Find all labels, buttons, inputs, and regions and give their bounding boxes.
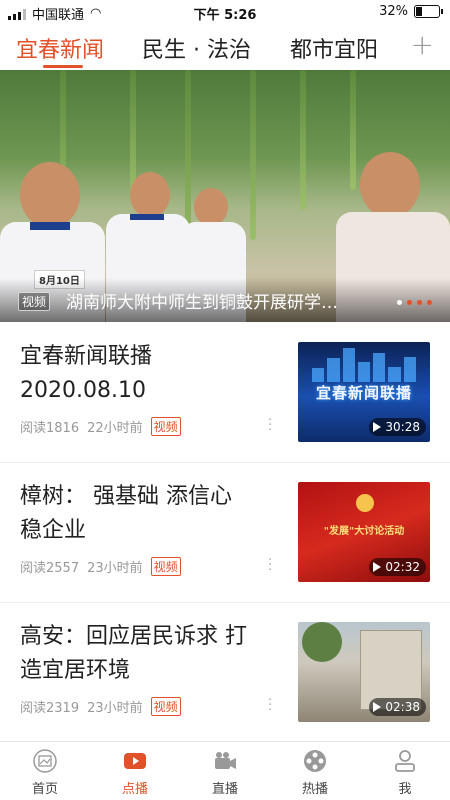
tab-live[interactable]: 直播 (195, 748, 255, 797)
user-icon (392, 748, 418, 774)
duration-badge: 02:32 (369, 558, 426, 576)
hero-title[interactable]: 湖南师大附中师生到铜鼓开展研学… (66, 288, 386, 313)
more-icon[interactable]: · · · (268, 694, 272, 717)
video-tag: 视频 (18, 292, 51, 311)
active-tab-indicator (43, 65, 83, 68)
video-thumbnail[interactable]: 宜春新闻联播 30:28 (298, 342, 430, 442)
read-count: 阅读1816 (20, 421, 80, 436)
publish-time: 22小时前 (87, 421, 143, 436)
duration-text: 30:28 (385, 420, 420, 434)
play-icon (373, 422, 382, 432)
home-icon (32, 748, 58, 774)
video-thumbnail[interactable]: "发展"大讨论活动 02:32 (298, 482, 430, 582)
item-title[interactable]: 樟树： 强基础 添信心 稳企业 (20, 480, 275, 548)
play-icon (373, 702, 382, 712)
tab-me[interactable]: 我 (375, 748, 435, 797)
battery-percent: 32% (379, 4, 408, 19)
carousel-dot (417, 300, 422, 305)
video-thumbnail[interactable]: 02:38 (298, 622, 430, 722)
list-item[interactable]: 高安：回应居民诉求 打 造宜居环境 阅读2319 23小时前 视频 · · · 02… (0, 602, 450, 743)
add-channel-icon[interactable]: + (411, 28, 434, 61)
status-bar: 中国联通 ◠ 下午 5:26 32% (0, 0, 450, 24)
duration-badge: 02:38 (369, 698, 426, 716)
more-icon[interactable]: · · · (268, 554, 272, 577)
read-count: 阅读2319 (20, 701, 80, 716)
tab-label: 点播 (121, 782, 148, 797)
thumbnail-text: 宜春新闻联播 (315, 384, 412, 402)
tab-label: 我 (398, 782, 412, 797)
video-tag: 视频 (150, 417, 181, 436)
thumbnail-text: "发展"大讨论活动 (323, 526, 405, 537)
duration-badge: 30:28 (369, 418, 426, 436)
tab-dushi-yiyang[interactable]: 都市宜阳 (290, 32, 378, 64)
more-icon[interactable]: · · · (268, 414, 272, 437)
read-count: 阅读2557 (20, 561, 80, 576)
tree-image (302, 622, 342, 662)
carousel-dot (427, 300, 432, 305)
tab-label: 热播 (301, 782, 328, 797)
tab-label: 首页 (31, 782, 58, 797)
duration-text: 02:38 (385, 700, 420, 714)
play-video-icon (122, 748, 148, 774)
emblem-icon (356, 494, 374, 512)
carousel-dots (397, 300, 432, 305)
item-title[interactable]: 高安：回应居民诉求 打 造宜居环境 (20, 620, 275, 688)
tab-trending[interactable]: 热播 (285, 748, 345, 797)
item-title[interactable]: 宜春新闻联播 2020.08.10 (20, 340, 275, 408)
video-tag: 视频 (150, 557, 181, 576)
tab-label: 直播 (211, 782, 238, 797)
list-item[interactable]: 宜春新闻联播 2020.08.10 阅读1816 22小时前 视频 · · · 宜春… (0, 322, 450, 463)
bottom-tab-bar: 首页 点播 直播 热播 我 (0, 741, 450, 800)
publish-time: 23小时前 (87, 701, 143, 716)
duration-text: 02:32 (385, 560, 420, 574)
carousel-dot (397, 300, 402, 305)
tab-home[interactable]: 首页 (15, 748, 75, 797)
tab-yichun-news[interactable]: 宜春新闻 (16, 32, 104, 64)
channel-tabs: 宜春新闻 民生 · 法治 都市宜阳 + (0, 26, 450, 70)
carousel-dot (407, 300, 412, 305)
battery-icon (414, 5, 443, 18)
hero-banner[interactable]: 8月10日 视频 湖南师大附中师生到铜鼓开展研学… (0, 70, 450, 322)
video-tag: 视频 (150, 697, 181, 716)
publish-time: 23小时前 (87, 561, 143, 576)
tab-minsheng-fazhi[interactable]: 民生 · 法治 (142, 32, 251, 64)
list-item[interactable]: 樟树： 强基础 添信心 稳企业 阅读2557 23小时前 视频 · · · "发展"… (0, 462, 450, 603)
tab-on-demand[interactable]: 点播 (105, 748, 165, 797)
play-icon (373, 562, 382, 572)
camera-icon (212, 748, 238, 774)
film-reel-icon (302, 748, 328, 774)
